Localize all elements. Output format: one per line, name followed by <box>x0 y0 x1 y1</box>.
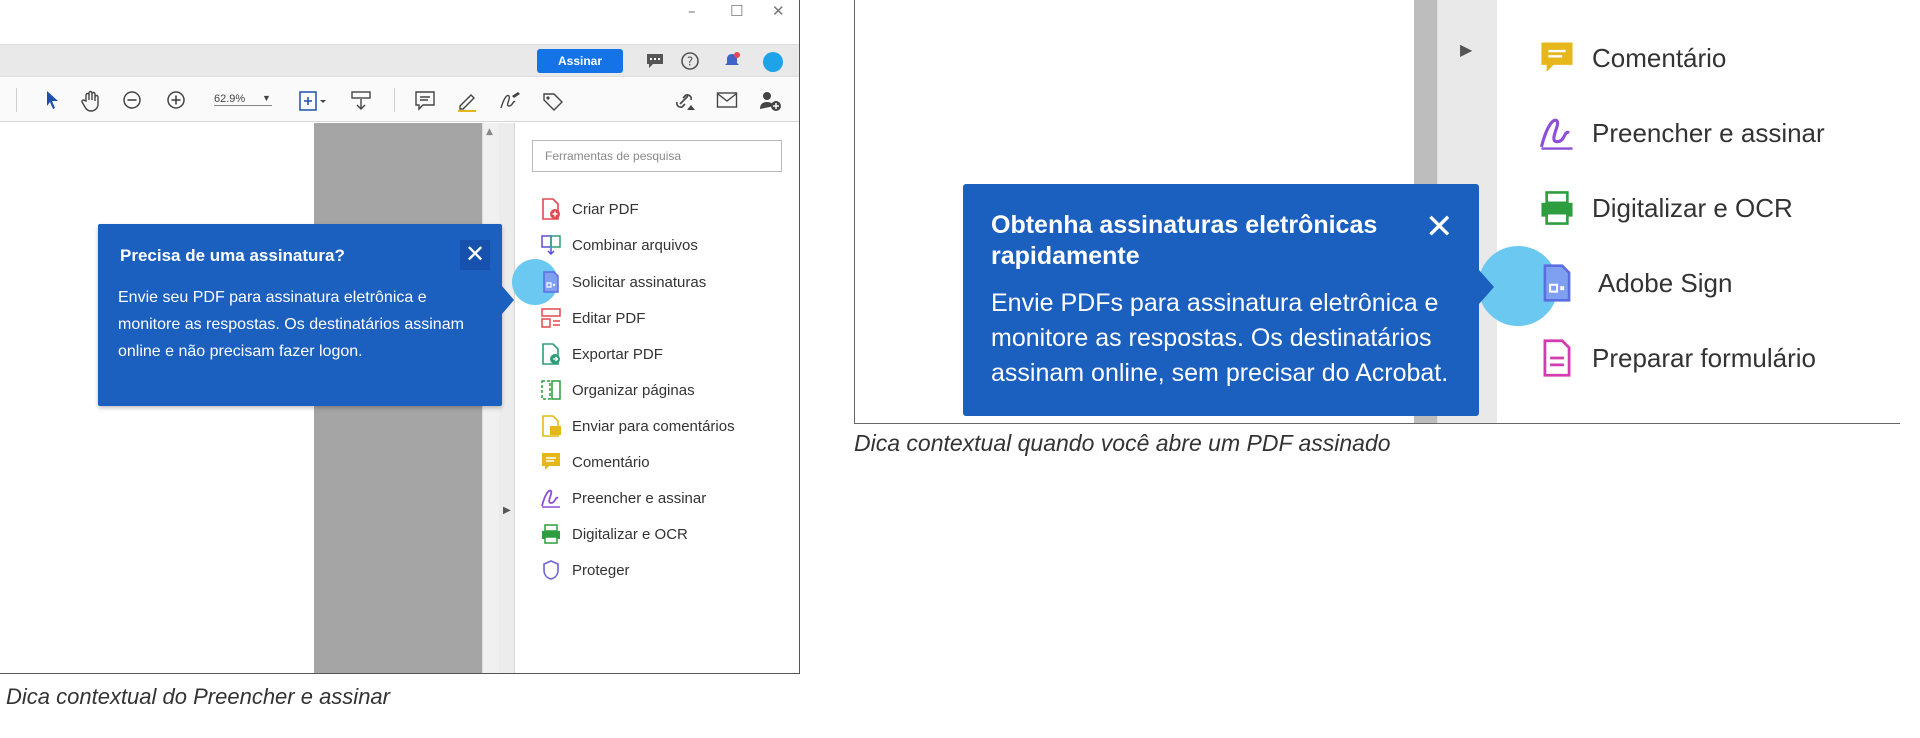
adobe-sign-tooltip: Obtenha assinaturas eletrônicas rapidame… <box>963 184 1479 416</box>
tool-item-solicitar-assinaturas[interactable]: Solicitar assinaturas <box>540 267 706 297</box>
toolbar-divider <box>16 88 17 112</box>
add-user-icon[interactable] <box>758 90 782 116</box>
fill-sign-icon <box>1538 114 1576 152</box>
tooltip-body: Envie seu PDF para assinatura eletrônica… <box>118 289 464 360</box>
tooltip-close-icon[interactable]: ✕ <box>460 240 490 270</box>
tool-item-proteger[interactable]: Proteger <box>540 555 630 585</box>
comment-tool-icon[interactable] <box>414 90 436 116</box>
svg-text:?: ? <box>687 55 693 69</box>
tool-search-input[interactable]: Ferramentas de pesquisa <box>532 140 782 172</box>
tool-item-digitalizar-e-ocr[interactable]: Digitalizar e OCR <box>540 519 688 549</box>
tooltip-title: Precisa de uma assinatura? <box>120 246 345 265</box>
maximize-button[interactable]: ☐ <box>730 2 743 20</box>
page-fit-icon[interactable] <box>298 90 326 116</box>
zoom-level-select[interactable]: 62.9% ▼ <box>214 93 272 106</box>
edit-pdf-icon <box>540 307 562 329</box>
tool-item-exportar-pdf[interactable]: Exportar PDF <box>540 339 663 369</box>
title-bar: – ☐ ✕ <box>0 0 799 26</box>
comment-icon <box>540 451 562 473</box>
tooltip-pointer <box>502 286 514 314</box>
tool-label: Editar PDF <box>572 309 646 327</box>
acrobat-window-left: – ☐ ✕ Assinar ? 62.9% ▼ ▲ ▶ Ferramentas … <box>0 0 800 674</box>
tool-label: Solicitar assinaturas <box>572 273 707 291</box>
collapse-arrow-icon[interactable]: ▶ <box>1460 40 1472 59</box>
tool-label: Digitalizar e OCR <box>1592 192 1793 223</box>
toolbar: 62.9% ▼ <box>0 78 799 122</box>
tool-label: Preencher e assinar <box>572 489 707 507</box>
tool-item-enviar-para-comentarios[interactable]: Enviar para comentários <box>540 411 735 441</box>
tool-label: Combinar arquivos <box>572 236 698 254</box>
tool-item-comentario[interactable]: Comentário <box>1538 36 1726 80</box>
tooltip-body: Envie PDFs para assinatura eletrônica e … <box>991 289 1449 387</box>
fill-sign-icon <box>540 487 562 509</box>
caption-left: Dica contextual do Preencher e assinar <box>6 684 390 709</box>
zoom-level-value: 62.9% <box>214 93 246 105</box>
scan-ocr-icon <box>540 523 562 545</box>
tool-item-preencher-e-assinar[interactable]: Preencher e assinar <box>540 483 706 513</box>
scroll-up-arrow-icon[interactable]: ▲ <box>486 127 493 137</box>
zoom-out-icon[interactable] <box>122 90 142 114</box>
comment-bubble-icon[interactable] <box>645 51 665 75</box>
tool-label: Criar PDF <box>572 200 639 218</box>
help-icon[interactable]: ? <box>680 51 700 75</box>
collapse-arrow-icon[interactable]: ▶ <box>503 505 511 516</box>
account-bar: Assinar ? <box>0 44 799 77</box>
comment-icon <box>1538 39 1576 77</box>
chevron-down-icon: ▼ <box>262 93 271 103</box>
minimize-button[interactable]: – <box>688 2 696 20</box>
protect-icon <box>540 559 562 581</box>
tool-item-comentario[interactable]: Comentário <box>540 447 650 477</box>
tool-label: Preparar formulário <box>1592 342 1816 373</box>
tool-item-organizar-paginas[interactable]: Organizar páginas <box>540 375 695 405</box>
organize-pages-icon <box>540 379 562 401</box>
tool-label: Adobe Sign <box>1598 267 1733 298</box>
prepare-form-icon <box>1538 339 1576 377</box>
tool-label: Comentário <box>572 453 650 471</box>
sign-pen-icon[interactable] <box>498 90 522 116</box>
tool-label: Preencher e assinar <box>1592 117 1825 148</box>
tool-item-digitalizar-e-ocr[interactable]: Digitalizar e OCR <box>1538 186 1793 230</box>
tool-label: Organizar páginas <box>572 381 695 399</box>
toolbar-divider <box>394 88 395 112</box>
hand-tool-icon[interactable] <box>80 90 102 116</box>
request-signatures-icon <box>540 271 562 293</box>
tool-label: Comentário <box>1592 42 1727 73</box>
tool-item-preparar-formulario[interactable]: Preparar formulário <box>1538 336 1816 380</box>
scan-ocr-icon <box>1538 189 1576 227</box>
share-link-icon[interactable] <box>672 90 696 116</box>
tool-label: Enviar para comentários <box>572 417 735 435</box>
tool-item-combinar-arquivos[interactable]: Combinar arquivos <box>540 230 698 260</box>
combine-files-icon <box>540 234 562 256</box>
stamp-tag-icon[interactable] <box>540 90 564 116</box>
export-pdf-icon <box>540 343 562 365</box>
tool-label: Exportar PDF <box>572 345 663 363</box>
tool-item-editar-pdf[interactable]: Editar PDF <box>540 303 645 333</box>
email-icon[interactable] <box>716 90 738 114</box>
adobe-sign-icon <box>1538 264 1576 302</box>
tool-item-criar-pdf[interactable]: Criar PDF <box>540 194 639 224</box>
tools-panel: Ferramentas de pesquisa Criar PDF Combin… <box>512 123 799 673</box>
tool-item-adobe-sign[interactable]: Adobe Sign <box>1538 261 1732 305</box>
tooltip-close-icon[interactable]: ✕ <box>1425 210 1454 244</box>
tooltip-pointer <box>1479 270 1494 304</box>
close-window-button[interactable]: ✕ <box>772 2 785 20</box>
caption-right: Dica contextual quando você abre um PDF … <box>854 430 1391 456</box>
tool-label: Digitalizar e OCR <box>572 525 688 543</box>
tool-label: Proteger <box>572 561 630 579</box>
tool-item-preencher-e-assinar[interactable]: Preencher e assinar <box>1538 111 1825 155</box>
send-for-comments-icon <box>540 415 562 437</box>
highlight-pen-icon[interactable] <box>456 90 478 116</box>
scroll-mode-icon[interactable] <box>350 90 372 116</box>
notification-bell-icon[interactable] <box>722 51 742 75</box>
signature-tooltip: Precisa de uma assinatura? ✕ Envie seu P… <box>98 224 502 406</box>
assinar-button[interactable]: Assinar <box>537 49 623 73</box>
zoom-in-icon[interactable] <box>166 90 186 114</box>
select-arrow-icon[interactable] <box>44 90 62 114</box>
avatar[interactable] <box>762 51 784 77</box>
tools-panel: Comentário Preencher e assinar Digitaliz… <box>1478 0 1900 423</box>
create-pdf-icon <box>540 198 562 220</box>
acrobat-window-right: ▶ Comentário Preencher e assinar Digital… <box>854 0 1900 424</box>
tooltip-title: Obtenha assinaturas eletrônicas rapidame… <box>991 211 1378 270</box>
